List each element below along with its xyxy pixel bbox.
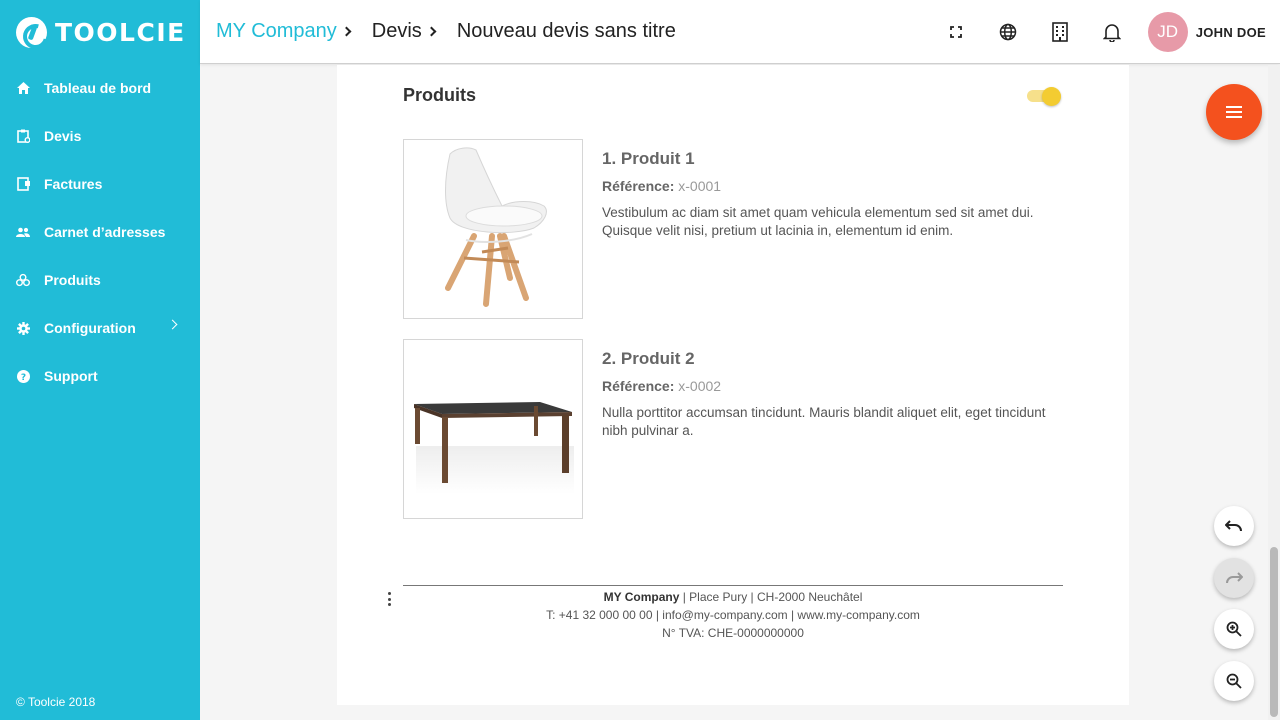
sidebar-item-label: Support xyxy=(44,368,98,384)
products-section-toggle[interactable] xyxy=(1027,87,1061,106)
product-reference: Référence: x-0001 xyxy=(602,178,1062,194)
page-title: Nouveau devis sans titre xyxy=(456,20,676,42)
fullscreen-icon xyxy=(949,26,962,38)
product-reference: Référence: x-0002 xyxy=(602,378,1062,394)
invoice-icon xyxy=(16,177,30,191)
sidebar-item-label: Factures xyxy=(44,176,103,192)
sidebar-item-label: Devis xyxy=(44,128,82,144)
sidebar-item-quotes[interactable]: Devis xyxy=(0,112,200,160)
breadcrumb-company[interactable]: MY Company xyxy=(216,20,372,43)
breadcrumb-label: Devis xyxy=(371,20,422,42)
brand-logo[interactable]: TOOLCIE xyxy=(0,0,200,64)
breadcrumb: MY Company Devis Nouveau devis sans titr… xyxy=(200,20,676,43)
zoom-in-icon xyxy=(1226,621,1242,637)
sidebar-item-label: Carnet d’adresses xyxy=(44,224,166,240)
sidebar-nav: Tableau de bord Devis Factures Carnet d’… xyxy=(0,64,200,400)
sidebar-item-products[interactable]: Produits xyxy=(0,256,200,304)
product-description: Vestibulum ac diam sit amet quam vehicul… xyxy=(602,205,1034,238)
undo-icon xyxy=(1225,520,1242,532)
reference-value: x-0002 xyxy=(678,378,722,394)
undo-button[interactable] xyxy=(1214,506,1254,546)
copyright: © Toolcie 2018 xyxy=(16,695,96,709)
avatar[interactable]: JD xyxy=(1147,12,1188,52)
document-footer: MY Company | Place Pury | CH-2000 Neuchâ… xyxy=(403,588,1063,642)
reference-label: Référence: xyxy=(602,378,675,394)
bell-icon xyxy=(1102,24,1121,42)
reference-label: Référence: xyxy=(602,178,675,194)
reference-value: x-0001 xyxy=(678,178,722,194)
notifications-button[interactable] xyxy=(1086,0,1138,64)
table-image xyxy=(403,339,583,519)
quote-icon xyxy=(16,129,30,143)
svg-text:?: ? xyxy=(20,373,25,383)
product-name: 2. Produit 2 xyxy=(602,349,695,368)
globe-icon xyxy=(999,23,1016,41)
user-name[interactable]: JOHN DOE xyxy=(1196,25,1266,40)
brand-name: TOOLCIE xyxy=(55,17,186,47)
redo-icon xyxy=(1226,572,1243,584)
main-content: Produits 1. Produit 1 Référence: x-0001 … xyxy=(200,65,1268,720)
toolcie-logo-icon xyxy=(16,16,47,48)
zoom-in-button[interactable] xyxy=(1214,609,1254,649)
breadcrumb-quotes[interactable]: Devis xyxy=(372,20,457,43)
section-title: Produits xyxy=(403,85,477,105)
product-item[interactable]: 1. Produit 1 Référence: x-0001 Vestibulu… xyxy=(403,139,1063,319)
zoom-out-icon xyxy=(1226,673,1242,689)
chevron-right-icon xyxy=(167,319,178,330)
sidebar-item-support[interactable]: ? Support xyxy=(0,352,200,400)
sidebar-item-label: Configuration xyxy=(44,320,136,336)
products-icon xyxy=(16,273,30,287)
footer-options-icon[interactable] xyxy=(384,591,394,607)
header-actions: JD JOHN DOE xyxy=(930,0,1280,64)
footer-divider xyxy=(403,585,1063,586)
building-icon xyxy=(1051,22,1068,42)
menu-fab-button[interactable] xyxy=(1206,84,1262,140)
sidebar-item-dashboard[interactable]: Tableau de bord xyxy=(0,64,200,112)
menu-icon xyxy=(1226,106,1242,118)
gear-icon xyxy=(16,321,30,335)
chair-image xyxy=(403,139,583,319)
footer-line-1: MY Company | Place Pury | CH-2000 Neuchâ… xyxy=(403,588,1063,606)
chevron-right-icon xyxy=(341,26,352,37)
fullscreen-button[interactable] xyxy=(930,0,982,64)
scrollbar[interactable] xyxy=(1268,65,1280,720)
company-button[interactable] xyxy=(1034,0,1086,64)
sidebar-item-label: Tableau de bord xyxy=(44,80,152,96)
toggle-thumb xyxy=(1042,87,1061,106)
help-icon: ? xyxy=(16,369,30,383)
footer-company: MY Company xyxy=(603,590,680,604)
sidebar: TOOLCIE Tableau de bord Devis Factures C… xyxy=(0,0,200,720)
redo-button[interactable] xyxy=(1214,558,1254,598)
zoom-out-button[interactable] xyxy=(1214,661,1254,701)
footer-address: | Place Pury | CH-2000 Neuchâtel xyxy=(679,590,863,604)
footer-contact: T: +41 32 000 00 00 | info@my-company.co… xyxy=(546,608,920,622)
product-name: 1. Produit 1 xyxy=(602,149,695,168)
product-info: 2. Produit 2 Référence: x-0002 Nulla por… xyxy=(602,349,1062,440)
sidebar-item-label: Produits xyxy=(44,272,101,288)
sidebar-item-address-book[interactable]: Carnet d’adresses xyxy=(0,208,200,256)
sidebar-item-configuration[interactable]: Configuration xyxy=(0,304,200,352)
contacts-icon xyxy=(16,225,30,239)
product-info: 1. Produit 1 Référence: x-0001 Vestibulu… xyxy=(602,149,1062,240)
top-bar: MY Company Devis Nouveau devis sans titr… xyxy=(200,0,1280,64)
product-description: Nulla porttitor accumsan tincidunt. Maur… xyxy=(602,405,1046,438)
product-item[interactable]: 2. Produit 2 Référence: x-0002 Nulla por… xyxy=(403,339,1063,519)
language-button[interactable] xyxy=(982,0,1034,64)
sidebar-item-invoices[interactable]: Factures xyxy=(0,160,200,208)
home-icon xyxy=(16,81,30,95)
scrollbar-thumb[interactable] xyxy=(1270,547,1278,717)
chevron-right-icon xyxy=(426,26,437,37)
breadcrumb-label: MY Company xyxy=(216,20,337,42)
quote-document: Produits 1. Produit 1 Référence: x-0001 … xyxy=(337,65,1129,705)
footer-vat: N° TVA: CHE-0000000000 xyxy=(662,626,804,640)
